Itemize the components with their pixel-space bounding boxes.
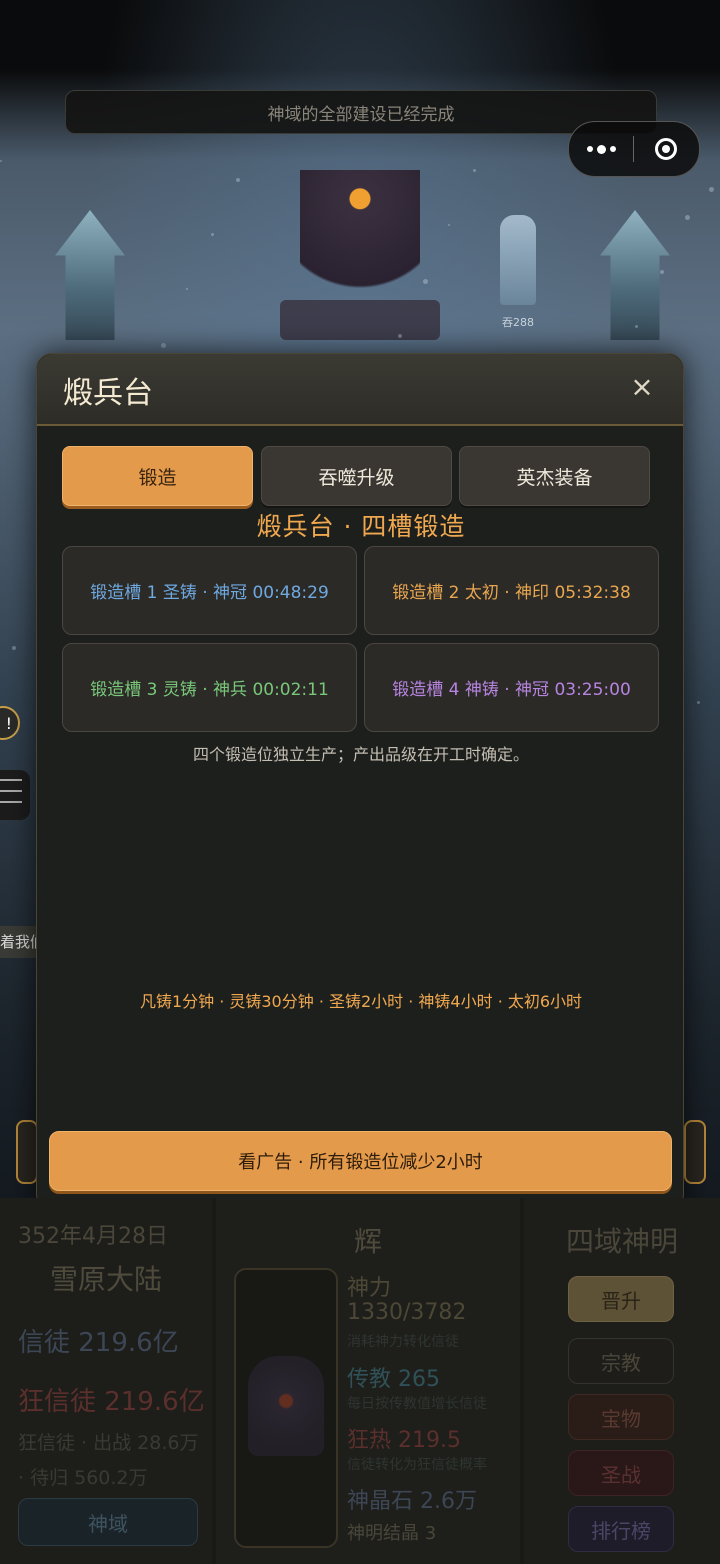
divine-power-hint: 消耗神力转化信徒 [347, 1334, 459, 1350]
fervor-stat: 狂热 219.5 [347, 1428, 461, 1453]
region-name: 雪原大陆 [49, 1263, 162, 1296]
side-chat-chip[interactable]: 着我们 [0, 926, 38, 958]
region-panel: 352年4月28日 雪原大陆 信徒 219.6亿 狂信徒 219.6亿 狂信徒 … [0, 1198, 212, 1564]
promote-button[interactable]: 晋升 [568, 1276, 674, 1322]
close-miniprogram-icon[interactable] [634, 122, 698, 176]
miniprogram-capsule [568, 121, 700, 177]
more-menu-icon[interactable] [569, 122, 633, 176]
modal-title: 煅兵台 [63, 376, 153, 411]
snowflake [448, 224, 450, 226]
snowflake [12, 646, 16, 650]
forge-modal: 煅兵台 × 锻造 吞噬升级 英杰装备 煅兵台 · 四槽锻造 锻造槽 1 圣铸 ·… [36, 353, 684, 1210]
snowflake [660, 270, 664, 274]
ice-tower-right [600, 210, 670, 340]
npc-label: 吞288 [502, 316, 534, 329]
believer-count: 信徒 219.6亿 [18, 1328, 179, 1358]
preach-hint: 每日按传教值增长信徒 [347, 1396, 487, 1412]
edge-ornament-right [684, 1120, 706, 1184]
deity-panel: 辉 神力 1330/3782 消耗神力转化信徒 传教 265 每日按传教值增长信… [216, 1198, 520, 1564]
forge-slot-label: 锻造槽 4 神铸 · 神冠 03:25:00 [392, 680, 631, 700]
side-menu-icon[interactable] [0, 770, 30, 820]
treasure-button[interactable]: 宝物 [568, 1394, 674, 1440]
snowflake [697, 701, 700, 704]
divine-crystal-stat: 神明结晶 3 [347, 1523, 437, 1544]
religion-button[interactable]: 宗教 [568, 1338, 674, 1384]
snowflake [423, 279, 428, 284]
tab-hero-equipment[interactable]: 英杰装备 [459, 446, 650, 506]
snowflake [0, 160, 2, 162]
gods-title: 四域神明 [565, 1225, 678, 1258]
divine-power-value: 1330/3782 [347, 1300, 467, 1325]
zealot-detail: 狂信徒 · 出战 28.6万 · 待归 560.2万 [18, 1432, 199, 1489]
forge-slot-3[interactable]: 锻造槽 3 灵铸 · 神兵 00:02:11 [62, 643, 357, 732]
snowflake [211, 233, 214, 236]
snowflake [685, 215, 690, 220]
preach-stat: 传教 265 [347, 1367, 440, 1392]
deity-name: 辉 [353, 1225, 382, 1258]
forge-slot-label: 锻造槽 3 灵铸 · 神兵 00:02:11 [90, 680, 329, 700]
snowflake [236, 178, 240, 182]
fervor-hint: 信徒转化为狂信徒概率 [347, 1457, 487, 1473]
ice-tower-left [55, 210, 125, 340]
god-statue [300, 170, 420, 330]
snowflake [473, 169, 476, 172]
forge-note: 四个锻造位独立生产；产出品级在开工时确定。 [192, 745, 529, 764]
forge-slot-1[interactable]: 锻造槽 1 圣铸 · 神冠 00:48:29 [62, 546, 357, 635]
god-crystal-stat: 神晶石 2.6万 [347, 1489, 477, 1514]
edge-ornament-left [16, 1120, 38, 1184]
tab-forge[interactable]: 锻造 [62, 446, 253, 506]
holy-war-button[interactable]: 圣战 [568, 1450, 674, 1496]
forge-slot-label: 锻造槽 2 太初 · 神印 05:32:38 [392, 583, 631, 603]
tab-devour-upgrade[interactable]: 吞噬升级 [261, 446, 452, 506]
domain-button[interactable]: 神域 [18, 1498, 198, 1546]
snowflake [161, 343, 166, 348]
divine-power-label: 神力 [347, 1276, 392, 1301]
deity-portrait[interactable] [234, 1268, 338, 1548]
snowflake [635, 325, 638, 328]
leaderboard-button[interactable]: 排行榜 [568, 1506, 674, 1552]
forge-slot-2[interactable]: 锻造槽 2 太初 · 神印 05:32:38 [364, 546, 659, 635]
watch-ad-button[interactable]: 看广告 · 所有锻造位减少2小时 [49, 1131, 672, 1191]
zealot-count: 狂信徒 219.6亿 [18, 1387, 205, 1417]
snowflake [709, 187, 714, 192]
snowflake [186, 288, 188, 290]
forge-slot-label: 锻造槽 1 圣铸 · 神冠 00:48:29 [90, 583, 329, 603]
forge-slot-4[interactable]: 锻造槽 4 神铸 · 神冠 03:25:00 [364, 643, 659, 732]
npc-figure[interactable] [500, 215, 536, 305]
section-title: 煅兵台 · 四槽锻造 [256, 512, 466, 541]
forge-durations: 凡铸1分钟 · 灵铸30分钟 · 圣铸2小时 · 神铸4小时 · 太初6小时 [139, 992, 583, 1011]
tab-bar: 锻造 吞噬升级 英杰装备 [62, 446, 652, 508]
close-icon[interactable]: × [627, 372, 657, 402]
bottom-dashboard: 352年4月28日 雪原大陆 信徒 219.6亿 狂信徒 219.6亿 狂信徒 … [0, 1198, 720, 1564]
snowflake [398, 334, 402, 338]
game-date: 352年4月28日 [18, 1224, 168, 1249]
gods-panel: 四域神明 晋升 宗教 宝物 圣战 排行榜 [524, 1198, 720, 1564]
modal-header: 煅兵台 × [37, 354, 683, 426]
